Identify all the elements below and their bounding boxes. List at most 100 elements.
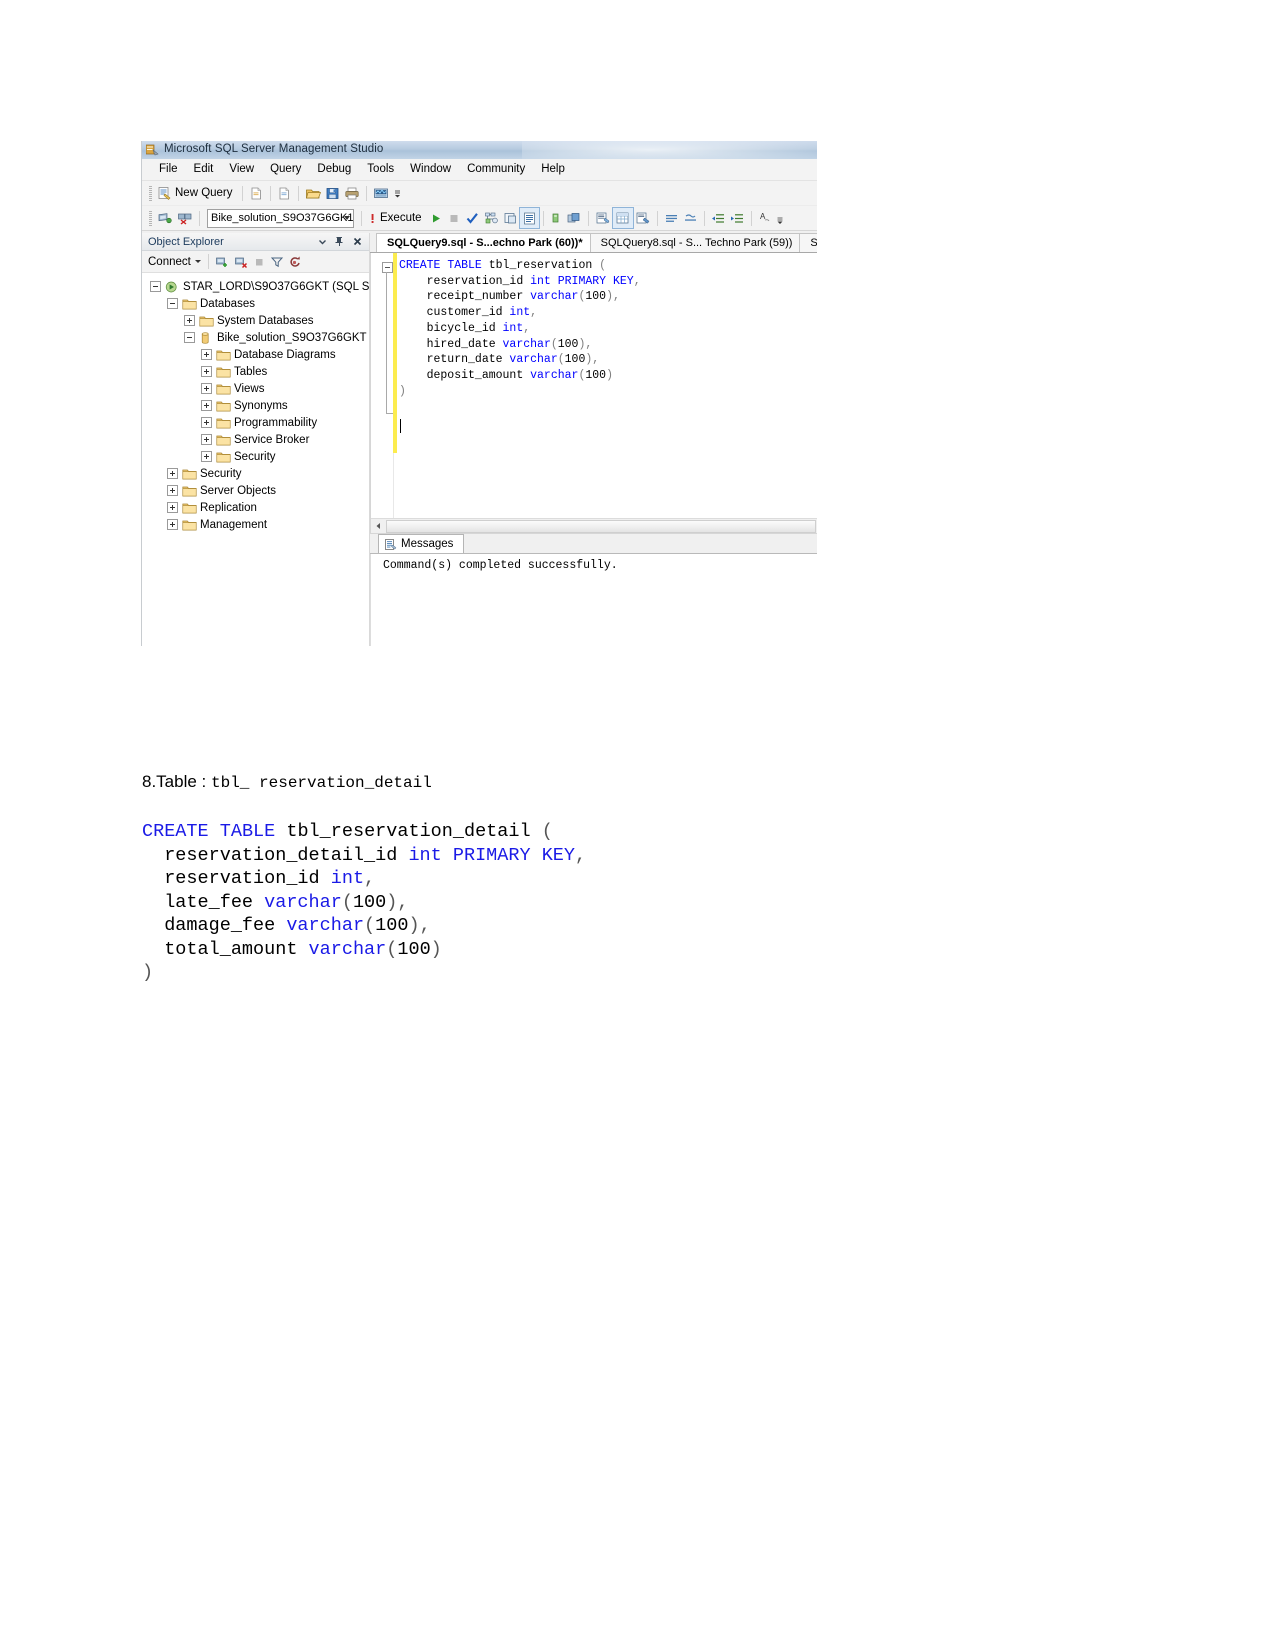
tab-messages[interactable]: Messages [378,534,465,553]
expand-node-icon[interactable] [201,434,212,445]
oe-refresh-button[interactable] [286,252,305,272]
window-title-bar: Microsoft SQL Server Management Studio [142,141,817,159]
print-icon [344,187,359,199]
tree-node[interactable]: STAR_LORD\S9O37G6GKT (SQL Serv [142,278,369,295]
object-explorer-title: Object Explorer [148,235,224,248]
oe-disconnect-object-button[interactable] [232,252,251,272]
close-icon[interactable] [351,235,364,248]
tree-node[interactable]: Database Diagrams [142,346,369,363]
activity-monitor-button[interactable] [371,183,391,203]
menu-item-community[interactable]: Community [459,161,533,178]
database-selector[interactable]: Bike_solution_S9O37G6GK1 [207,208,354,228]
chevron-down-icon[interactable] [316,235,329,248]
results-to-text-button[interactable] [518,207,540,229]
folder-icon [216,434,231,446]
expand-node-icon[interactable] [201,349,212,360]
folder-icon [216,367,231,377]
folder-icon [199,316,214,326]
expand-node-icon[interactable] [201,366,212,377]
include-client-statistics-button[interactable] [564,208,584,228]
toolbar-overflow-button[interactable] [774,208,786,228]
menu-item-edit[interactable]: Edit [186,161,222,178]
debug-run-button[interactable] [427,208,445,228]
doc-heading-number: 8.Table [142,772,197,791]
tree-node[interactable]: Tables [142,363,369,380]
execute-button[interactable]: Execute [366,208,427,228]
menu-item-window[interactable]: Window [402,161,459,178]
tree-node[interactable]: Databases [142,295,369,312]
menu-item-query[interactable]: Query [262,161,309,178]
pin-icon[interactable] [333,235,346,248]
execute-bang-icon [371,213,374,223]
scroll-left-arrow-icon[interactable] [371,520,385,533]
tab-sqlquery-partial[interactable]: SQLQ [799,233,817,252]
menu-item-debug[interactable]: Debug [309,161,359,178]
sql-code-editor[interactable]: CREATE TABLE tbl_reservation ( reservati… [370,253,817,533]
tree-node[interactable]: Server Objects [142,482,369,499]
tree-node[interactable]: Bike_solution_S9O37G6GKT [142,329,369,346]
new-analysis-query-button[interactable] [275,183,294,203]
scrollbar-thumb[interactable] [386,519,816,533]
collapse-node-icon[interactable] [167,298,178,309]
tree-node[interactable]: Replication [142,499,369,516]
oe-connect-object-button[interactable] [213,252,232,272]
tree-node[interactable]: Security [142,448,369,465]
results-to-grid-mode-button[interactable] [611,207,634,229]
expand-node-icon[interactable] [167,485,178,496]
expand-node-icon[interactable] [184,315,195,326]
collapse-node-icon[interactable] [150,281,161,292]
oe-filter-button[interactable] [268,252,286,272]
folder-icon [182,298,197,310]
connect-dropdown-button[interactable]: Connect [145,255,204,269]
uncomment-lines-button[interactable] [681,208,700,228]
expand-node-icon[interactable] [201,451,212,462]
expand-node-icon[interactable] [167,519,178,530]
tab-sqlquery8[interactable]: SQLQuery8.sql - S... Techno Park (59)) [589,233,801,252]
increase-indent-button[interactable] [728,208,747,228]
expand-node-icon[interactable] [167,502,178,513]
tree-node[interactable]: Service Broker [142,431,369,448]
doc-heading-table-name: tbl_ reservation_detail [211,774,432,792]
display-estimated-plan-button[interactable] [482,208,501,228]
disconnect-button[interactable] [175,208,195,228]
tree-node[interactable]: Programmability [142,414,369,431]
object-explorer-header: Object Explorer [142,233,369,251]
tree-node[interactable]: Synonyms [142,397,369,414]
include-actual-plan-button[interactable] [548,208,564,228]
results-to-file-icon [636,212,649,224]
decrease-indent-button[interactable] [709,208,728,228]
comment-lines-button[interactable] [662,208,681,228]
new-database-engine-query-button[interactable] [247,183,266,203]
results-to-text-mode-button[interactable] [593,208,613,228]
print-button[interactable] [342,183,362,203]
menu-item-help[interactable]: Help [533,161,573,178]
new-query-button[interactable]: New Query [155,183,238,203]
parse-button[interactable] [463,208,482,228]
expand-node-icon[interactable] [201,383,212,394]
collapse-node-icon[interactable] [184,332,195,343]
toolbar-overflow-button[interactable] [391,183,404,203]
tab-sqlquery9[interactable]: SQLQuery9.sql - S...echno Park (60))* [376,233,591,252]
indent-icon [730,213,743,223]
menu-item-file[interactable]: File [151,161,186,178]
open-file-button[interactable] [303,183,323,203]
connect-button[interactable] [155,208,175,228]
toolbar-grip[interactable] [149,210,152,226]
menu-item-view[interactable]: View [221,161,262,178]
editor-horizontal-scrollbar[interactable] [371,518,817,533]
expand-node-icon[interactable] [167,468,178,479]
tree-node[interactable]: System Databases [142,312,369,329]
tree-node[interactable]: Security [142,465,369,482]
expand-node-icon[interactable] [201,400,212,411]
results-to-file-button[interactable] [633,208,653,228]
stop-button[interactable] [445,208,463,228]
toolbar-grip[interactable] [149,185,152,201]
specify-values-button[interactable]: A [756,208,774,228]
tree-node[interactable]: Views [142,380,369,397]
expand-node-icon[interactable] [201,417,212,428]
tree-node[interactable]: Management [142,516,369,533]
oe-stop-button[interactable] [251,252,268,272]
menu-item-tools[interactable]: Tools [359,161,402,178]
query-options-button[interactable] [501,208,520,228]
save-button[interactable] [323,183,342,203]
